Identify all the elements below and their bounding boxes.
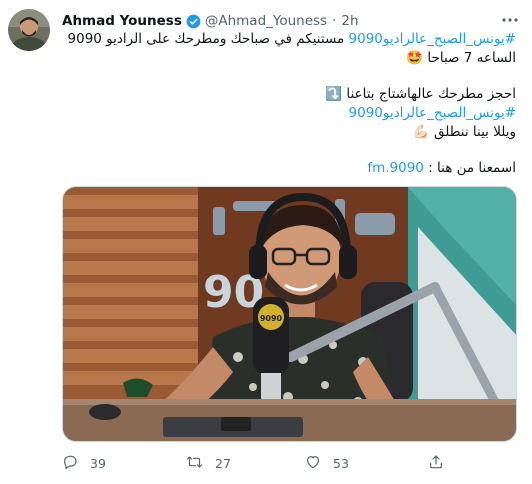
tweet-line-2: الساعه 7 صباحا 🤩 — [406, 50, 516, 66]
action-bar: 39 27 53 — [62, 452, 462, 474]
retweet-icon — [186, 454, 215, 473]
share-icon — [428, 454, 456, 473]
tweet-line-5: ويللا بينا ننطلق 💪🏻 — [412, 124, 516, 140]
share-button[interactable] — [428, 452, 456, 474]
author-handle[interactable]: @Ahmad_Youness — [205, 13, 327, 29]
mic-badge-text: 9090 — [260, 314, 283, 323]
tweet-text-segment: اسمعنا من هنا : — [423, 160, 516, 176]
tweet-time[interactable]: 2h — [341, 13, 358, 29]
like-count: 53 — [333, 455, 349, 471]
website-link[interactable]: 9090.fm — [367, 160, 424, 176]
tweet-text: #يونس_الصبح_عالراديو9090 مستنيكم في صباح… — [62, 30, 516, 180]
reply-button[interactable]: 39 — [62, 452, 106, 474]
tweet-card[interactable]: Ahmad Youness @Ahmad_Youness · 2h #يونس_… — [0, 0, 532, 484]
like-button[interactable]: 53 — [305, 452, 349, 474]
reply-count: 39 — [90, 455, 106, 471]
retweet-count: 27 — [215, 455, 231, 471]
tweet-text-segment: مستنيكم في صباحك ومطرحك على الراديو 9090 — [67, 31, 349, 47]
tweet-line-1: #يونس_الصبح_عالراديو9090 مستنيكم في صباح… — [62, 30, 516, 49]
reply-icon — [62, 454, 90, 473]
tweet-photo[interactable]: 90 9090 — [62, 186, 517, 442]
tweet-line-6: اسمعنا من هنا : 9090.fm — [62, 159, 516, 178]
tweet-line-4: #يونس_الصبح_عالراديو9090 — [62, 104, 516, 123]
verified-icon — [186, 14, 201, 29]
more-icon[interactable] — [500, 10, 520, 30]
separator-dot: · — [332, 13, 337, 29]
author-name[interactable]: Ahmad Youness — [62, 13, 182, 29]
avatar[interactable] — [8, 9, 50, 51]
hashtag-link[interactable]: #يونس_الصبح_عالراديو9090 — [349, 31, 516, 47]
hashtag-link[interactable]: #يونس_الصبح_عالراديو9090 — [349, 105, 516, 121]
studio-photo: 90 9090 — [63, 187, 516, 441]
tweet-header: Ahmad Youness @Ahmad_Youness · 2h — [62, 11, 359, 31]
retweet-button[interactable]: 27 — [186, 452, 231, 474]
like-icon — [305, 454, 333, 473]
tweet-line-3: احجز مطرحك عالهاشتاج بتاعنا ⤵️ — [325, 86, 516, 102]
